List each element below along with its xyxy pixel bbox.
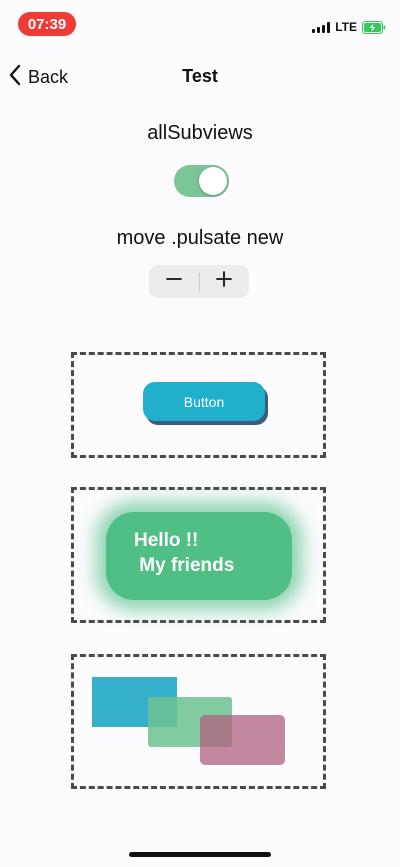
- glow-demo-box: Hello !! My friends: [71, 487, 326, 623]
- signal-icon: [312, 21, 331, 33]
- rectangles-demo-box: [71, 654, 326, 789]
- network-label: LTE: [335, 20, 357, 34]
- stepper-decrement-button[interactable]: [149, 265, 199, 298]
- hello-card: Hello !! My friends: [106, 512, 292, 600]
- page-title: Test: [182, 66, 218, 86]
- status-indicators: LTE: [312, 20, 386, 34]
- battery-charging-icon: [362, 20, 386, 34]
- plus-icon: [216, 271, 233, 292]
- button-demo-box: Button: [71, 352, 326, 458]
- hello-text: Hello !! My friends: [134, 530, 235, 576]
- all-subviews-toggle[interactable]: [174, 165, 229, 197]
- toggle-label: allSubviews: [147, 122, 253, 144]
- status-time: 07:39: [18, 12, 76, 36]
- demo-button[interactable]: Button: [143, 382, 265, 421]
- stepper-label: move .pulsate new: [116, 227, 284, 249]
- move-stepper[interactable]: [149, 265, 249, 298]
- stepper-increment-button[interactable]: [200, 265, 250, 298]
- toggle-knob: [199, 167, 227, 195]
- minus-icon: [165, 271, 182, 292]
- pink-rectangle: [200, 715, 285, 765]
- home-indicator: [129, 852, 271, 857]
